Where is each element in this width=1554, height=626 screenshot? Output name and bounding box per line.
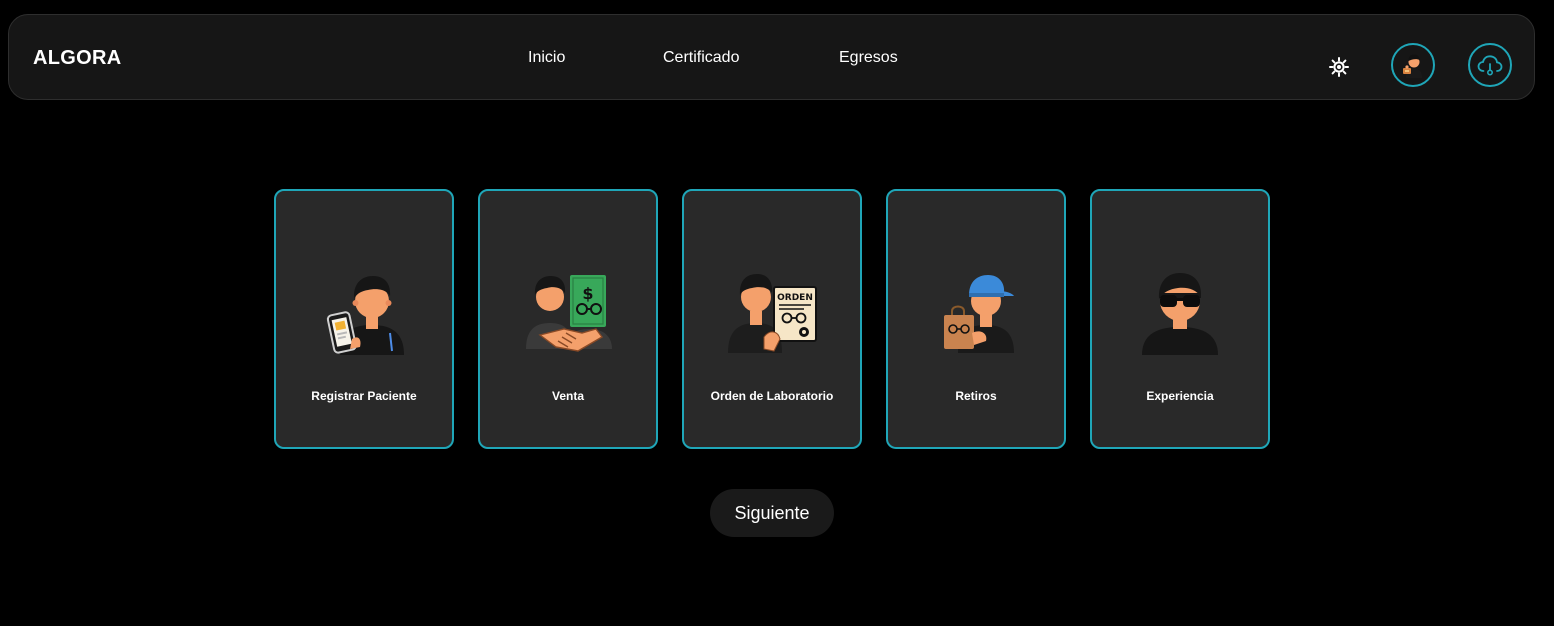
card-label: Orden de Laboratorio xyxy=(710,389,834,403)
top-navbar: ALGORA Inicio Certificado Egresos xyxy=(8,14,1535,100)
user-profile-button[interactable] xyxy=(1391,43,1435,87)
dollar-sign: $ xyxy=(582,284,593,303)
person-with-bag-icon xyxy=(944,275,1014,353)
card-registrar-paciente[interactable]: Registrar Paciente xyxy=(274,189,454,449)
theme-toggle-button[interactable] xyxy=(1327,55,1351,79)
card-retiros[interactable]: Retiros xyxy=(886,189,1066,449)
nav-link-egresos[interactable]: Egresos xyxy=(839,49,898,67)
user-avatar-icon xyxy=(1403,54,1422,78)
card-experiencia[interactable]: Experiencia xyxy=(1090,189,1270,449)
handshake-money-icon: $ xyxy=(526,275,612,352)
card-label: Experiencia xyxy=(1146,389,1214,403)
action-cards: Registrar Paciente $ Venta ORDEN Orden d… xyxy=(274,189,1274,449)
card-label: Registrar Paciente xyxy=(311,389,417,403)
cloud-sync-button[interactable] xyxy=(1468,43,1512,87)
card-label: Venta xyxy=(551,389,584,403)
next-button[interactable]: Siguiente xyxy=(710,489,834,537)
card-label: Retiros xyxy=(955,389,997,403)
sun-icon xyxy=(1329,57,1349,77)
nav-link-inicio[interactable]: Inicio xyxy=(528,49,565,67)
person-with-phone-icon xyxy=(326,276,404,355)
brand-logo[interactable]: ALGORA xyxy=(33,47,121,69)
orden-text: ORDEN xyxy=(777,293,813,303)
card-venta[interactable]: $ Venta xyxy=(478,189,658,449)
nav-link-certificado[interactable]: Certificado xyxy=(663,49,739,67)
person-with-sunglasses-icon xyxy=(1142,273,1218,355)
lab-order-icon: ORDEN xyxy=(728,274,817,353)
card-orden-laboratorio[interactable]: ORDEN Orden de Laboratorio xyxy=(682,189,862,449)
cloud-icon xyxy=(1477,55,1503,76)
